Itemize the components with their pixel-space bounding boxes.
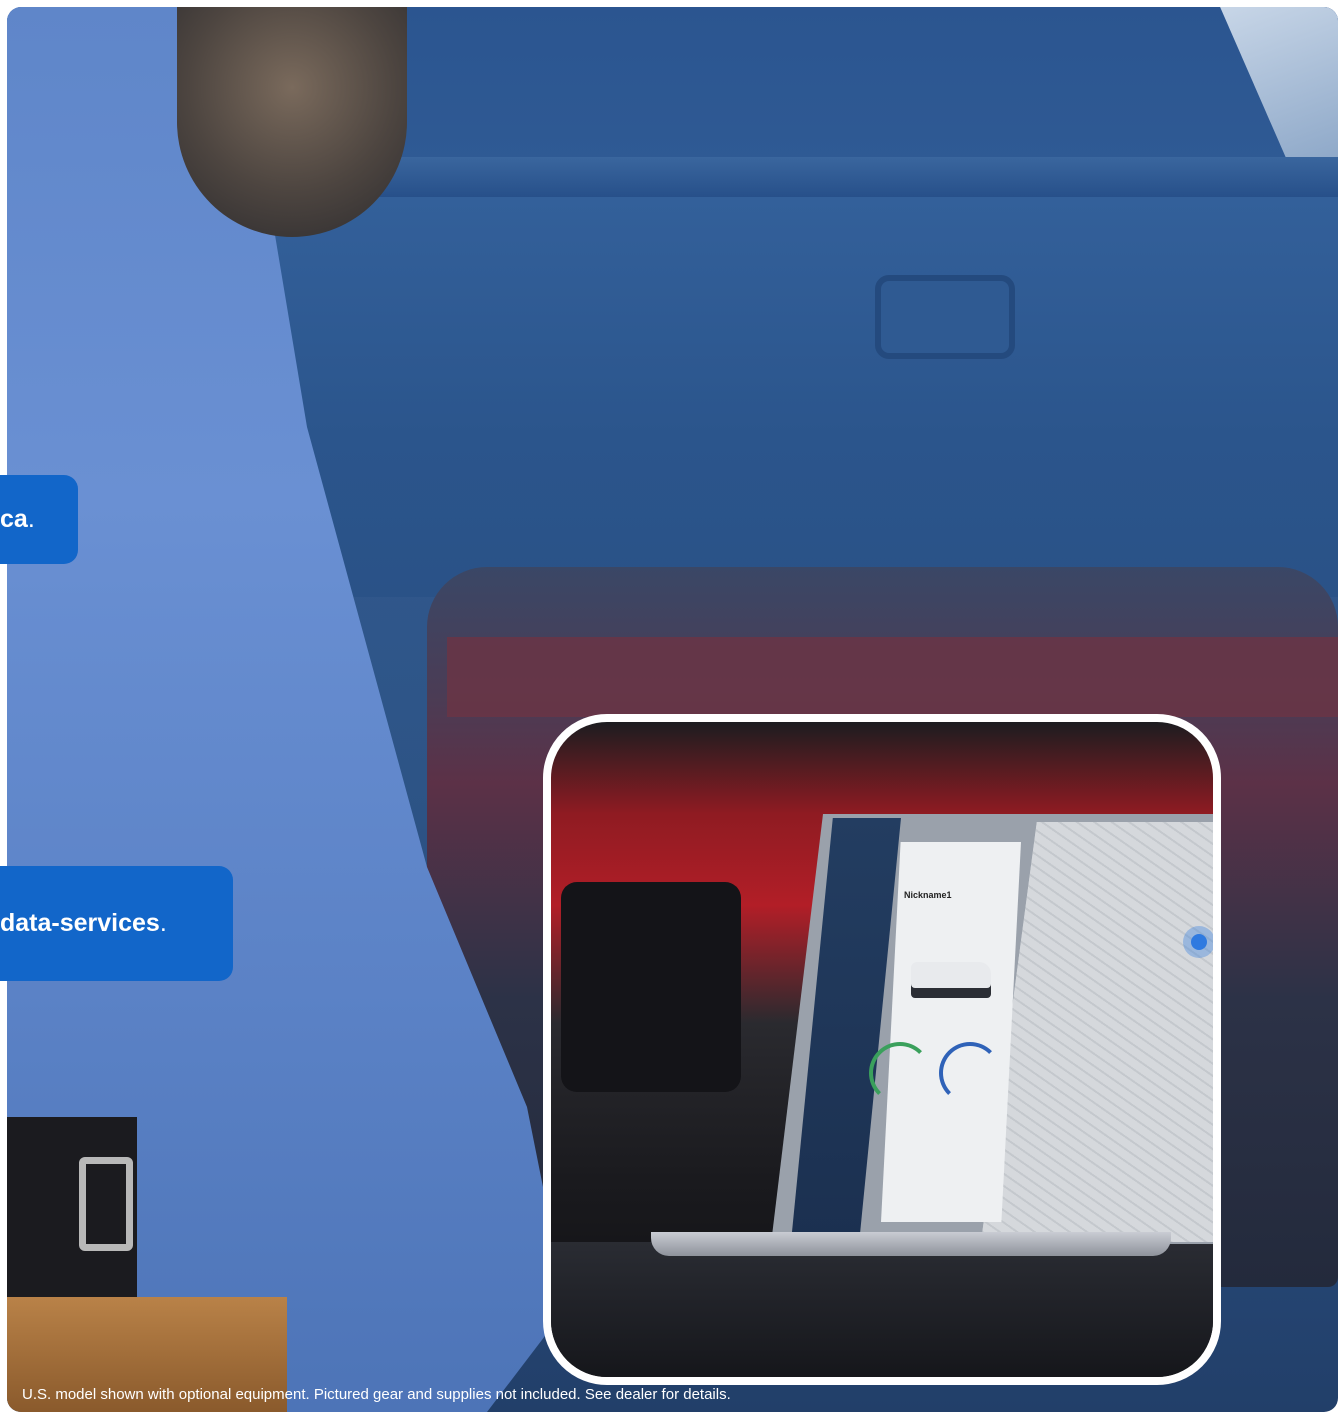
truck-bed-edge — [551, 1242, 1213, 1377]
laptop-base — [651, 1232, 1171, 1256]
tailgate-panel — [247, 197, 1338, 597]
callout-link-1-period: . — [27, 505, 35, 533]
bag-pocket — [561, 882, 741, 1092]
truck-icon — [911, 962, 991, 998]
tailgate-handle — [875, 275, 1015, 359]
person-head — [177, 7, 407, 237]
tool-bag-band — [447, 637, 1338, 717]
callout-link-2-period: . — [159, 909, 167, 937]
fuel-gauge-icon — [869, 1042, 931, 1104]
laptop-inset-photo: Nickname1 — [543, 714, 1221, 1385]
callout-link-2-text[interactable]: data-services — [0, 909, 160, 938]
callout-link-1[interactable]: ca. — [0, 475, 78, 564]
belt-buckle — [79, 1157, 133, 1251]
disclaimer-text: U.S. model shown with optional equipment… — [22, 1386, 731, 1403]
speed-gauge-icon — [939, 1042, 1001, 1104]
callout-link-1-text[interactable]: ca — [0, 505, 28, 534]
callout-link-2[interactable]: data-services. — [0, 866, 233, 981]
location-pin-icon — [1191, 934, 1207, 950]
laptop-app-title: Nickname1 — [904, 890, 952, 900]
